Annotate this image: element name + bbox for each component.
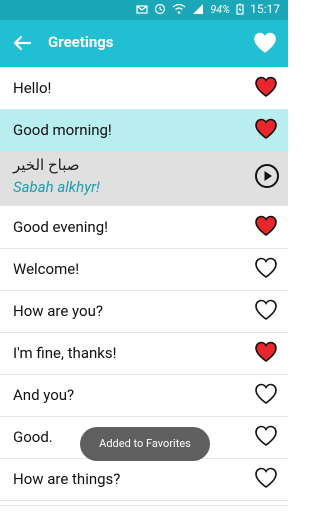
play-audio-icon[interactable] [254,163,280,189]
heart-filled-icon[interactable] [254,214,278,238]
battery-level: 94% [210,2,231,16]
status-icons: 94% 15:17 [136,2,280,16]
phrase-row[interactable]: Good morning! [0,109,288,152]
heart-outline-icon[interactable] [254,382,278,406]
heart-outline-icon[interactable] [254,256,278,280]
phrase-text: Good. [13,428,53,446]
wifi-icon [172,3,186,14]
list-bottom-divider [0,505,288,506]
phrase-row[interactable]: Hello! [0,67,288,110]
favorites-heart-icon[interactable] [252,30,278,56]
phrase-text: How are things? [13,470,121,488]
phrase-row[interactable]: Good evening! [0,206,288,249]
phrase-row[interactable]: I'm fine, thanks! [0,332,288,375]
heart-outline-icon[interactable] [254,298,278,322]
arabic-text: صباح الخير [13,156,80,174]
clock: 15:17 [250,2,280,16]
phrase-text: Good evening! [13,218,108,236]
phrase-text: How are you? [13,302,103,320]
phrase-text: Hello! [13,79,52,97]
phrase-row[interactable]: Welcome! [0,248,288,291]
mail-icon [136,5,148,14]
phrase-text: Good morning! [13,121,112,139]
phrase-text: Welcome! [13,260,80,278]
battery-icon [236,3,244,15]
phrase-row[interactable]: And you? [0,374,288,417]
phrase-row[interactable]: How are you? [0,290,288,333]
toast-message: Added to Favorites [80,427,210,461]
back-arrow-icon[interactable] [10,31,34,55]
heart-filled-icon[interactable] [254,75,278,99]
transliteration-text: Sabah alkhyr! [13,178,100,196]
alarm-icon [155,3,166,15]
phrase-row[interactable]: How are things? [0,458,288,501]
expanded-phrase-row[interactable]: صباح الخير Sabah alkhyr! [0,151,288,206]
heart-outline-icon[interactable] [254,466,278,490]
heart-outline-icon[interactable] [254,424,278,448]
phrase-text: And you? [13,386,75,404]
phrase-text: I'm fine, thanks! [13,344,117,362]
heart-filled-icon[interactable] [254,117,278,141]
signal-icon [193,4,204,14]
status-bar: 94% 15:17 [0,0,288,20]
app-bar: Greetings [0,20,288,67]
heart-filled-icon[interactable] [254,340,278,364]
page-title: Greetings [48,33,114,51]
